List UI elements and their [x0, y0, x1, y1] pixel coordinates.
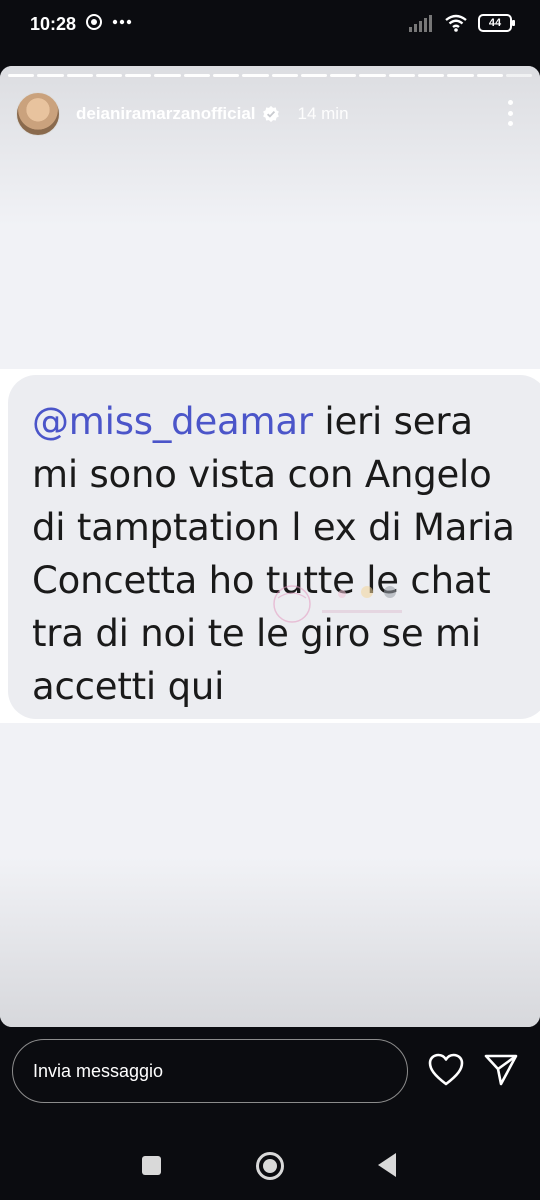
progress-segment	[95, 74, 123, 77]
more-options-icon[interactable]	[506, 100, 514, 126]
progress-segment	[242, 74, 269, 77]
status-icons-left	[86, 14, 132, 30]
battery-icon: 44	[478, 14, 515, 32]
progress-segment	[476, 74, 503, 77]
story-viewer[interactable]: deianiramarzanofficial 14 min @miss_deam…	[0, 66, 540, 1027]
system-nav-bar	[0, 1127, 540, 1200]
story-header: deianiramarzanofficial 14 min	[16, 90, 524, 138]
wifi-icon	[445, 14, 467, 32]
progress-segment	[330, 74, 357, 77]
heart-icon[interactable]	[428, 1053, 464, 1087]
home-button[interactable]	[256, 1152, 284, 1180]
message-text: @miss_deamar ieri sera mi sono vista con…	[32, 395, 524, 713]
message-mention[interactable]: @miss_deamar	[32, 400, 313, 443]
story-bottom-gradient	[0, 857, 540, 1027]
progress-segment	[359, 74, 386, 77]
status-time: 10:28	[30, 14, 77, 34]
dm-screenshot-panel: @miss_deamar ieri sera mi sono vista con…	[0, 369, 540, 723]
progress-segment	[125, 74, 152, 77]
recents-button[interactable]	[142, 1156, 161, 1175]
progress-segment	[447, 74, 474, 77]
back-button[interactable]	[378, 1153, 396, 1177]
progress-segment	[417, 74, 445, 77]
status-bar: 10:28 44	[0, 0, 540, 52]
chrome-icon	[86, 14, 102, 30]
story-username[interactable]: deianiramarzanofficial	[76, 104, 256, 124]
progress-segment	[37, 74, 64, 77]
story-progress-bar	[8, 74, 533, 77]
story-time-ago: 14 min	[297, 104, 349, 123]
message-bubble: @miss_deamar ieri sera mi sono vista con…	[8, 375, 540, 719]
progress-segment	[505, 74, 533, 77]
status-icons-right: 44	[408, 14, 515, 32]
avatar[interactable]	[16, 92, 60, 136]
more-dots-icon	[112, 19, 132, 25]
reply-bar: Invia messaggio	[0, 1027, 540, 1127]
watermark-logo	[273, 585, 402, 623]
signal-icon	[409, 15, 432, 32]
progress-segment	[8, 74, 35, 77]
progress-segment	[154, 74, 181, 77]
progress-segment	[300, 74, 328, 77]
verified-badge-icon	[262, 105, 279, 123]
progress-segment	[388, 74, 415, 77]
progress-segment	[183, 74, 210, 77]
send-icon[interactable]	[484, 1053, 518, 1087]
progress-segment	[212, 74, 240, 77]
progress-segment	[66, 74, 93, 77]
progress-segment	[271, 74, 298, 77]
message-input[interactable]: Invia messaggio	[12, 1039, 408, 1103]
message-body: ieri sera mi sono vista con Angelo di ta…	[32, 400, 515, 708]
